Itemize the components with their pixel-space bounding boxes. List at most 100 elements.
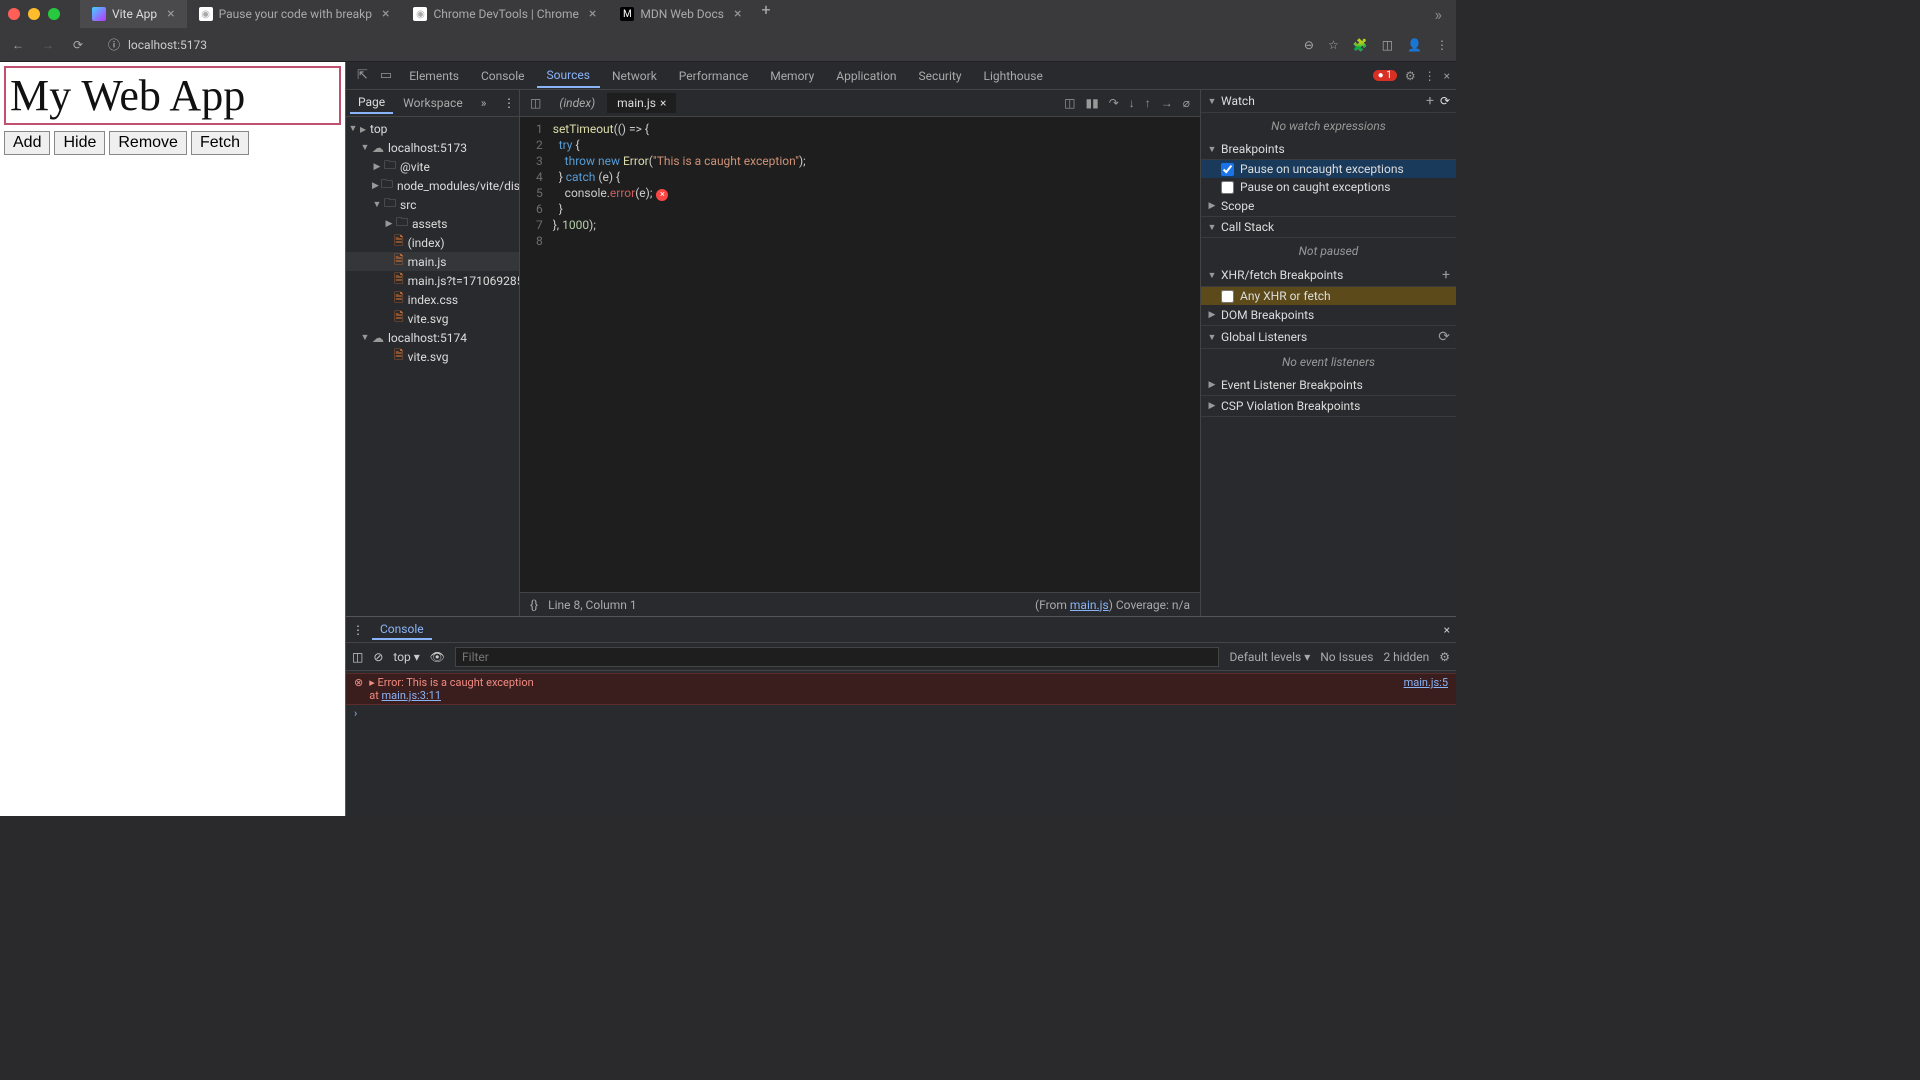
refresh-listeners-icon[interactable]: ⟳	[1438, 329, 1450, 345]
live-expression-icon[interactable]: 👁	[430, 650, 445, 664]
new-tab-button[interactable]: +	[753, 0, 778, 28]
device-mode-icon[interactable]: ▭	[375, 68, 397, 83]
hidden-count[interactable]: 2 hidden	[1383, 650, 1429, 664]
callstack-section-header[interactable]: ▼Call Stack	[1201, 217, 1456, 238]
site-info-icon[interactable]: ⓘ	[108, 36, 120, 53]
extensions-icon[interactable]: 🧩	[1353, 38, 1368, 52]
close-tab-icon[interactable]: ×	[167, 6, 174, 22]
tab-sources[interactable]: Sources	[537, 64, 600, 88]
editor-tab-mainjs[interactable]: main.js ×	[607, 93, 676, 113]
browser-tab-devtools[interactable]: ◉ Chrome DevTools | Chrome ×	[401, 0, 608, 28]
fetch-button[interactable]: Fetch	[191, 131, 249, 155]
tab-lighthouse[interactable]: Lighthouse	[974, 65, 1053, 87]
global-listeners-header[interactable]: ▼Global Listeners⟳	[1201, 326, 1456, 349]
add-xhr-icon[interactable]: +	[1442, 267, 1450, 283]
close-window-icon[interactable]	[8, 8, 20, 20]
step-over-icon[interactable]: ↷	[1109, 96, 1119, 110]
more-icon[interactable]: ⋮	[1424, 69, 1436, 83]
tree-top[interactable]: ▼▸top	[346, 119, 519, 138]
code-editor[interactable]: 12345678 setTimeout(() => { try { throw …	[520, 117, 1200, 592]
step-icon[interactable]: →	[1161, 96, 1173, 110]
zoom-icon[interactable]: ⊖	[1304, 38, 1314, 52]
breakpoints-section-header[interactable]: ▼Breakpoints	[1201, 139, 1456, 160]
xhr-section-header[interactable]: ▼XHR/fetch Breakpoints+	[1201, 264, 1456, 287]
log-levels-dropdown[interactable]: Default levels ▾	[1229, 650, 1310, 664]
url-bar[interactable]: ⓘ localhost:5173	[98, 31, 1294, 59]
editor-tab-index[interactable]: (index)	[549, 93, 605, 113]
browser-tab-vite[interactable]: Vite App ×	[80, 0, 187, 28]
close-tab-icon[interactable]: ×	[382, 6, 389, 22]
source-link[interactable]: main.js	[1070, 598, 1109, 612]
settings-icon[interactable]: ⚙	[1405, 69, 1416, 83]
console-sidebar-icon[interactable]: ◫	[352, 650, 363, 664]
tree-folder[interactable]: ▶🗀@vite	[346, 157, 519, 176]
browser-tab-breakpoints[interactable]: ◉ Pause your code with breakp ×	[187, 0, 402, 28]
reload-icon[interactable]: ⟳	[68, 35, 88, 55]
tree-host[interactable]: ▼☁localhost:5174	[346, 328, 519, 347]
forward-icon[interactable]: →	[38, 35, 58, 55]
tab-security[interactable]: Security	[909, 65, 972, 87]
step-out-icon[interactable]: ↑	[1145, 96, 1151, 110]
tab-memory[interactable]: Memory	[760, 65, 824, 87]
menu-icon[interactable]: ⋮	[1436, 38, 1448, 52]
stack-link[interactable]: main.js:3:11	[382, 689, 441, 702]
nav-tab-workspace[interactable]: Workspace	[395, 93, 471, 113]
console-prompt[interactable]: ›	[346, 705, 1456, 722]
pause-caught-checkbox[interactable]: Pause on caught exceptions	[1201, 178, 1456, 196]
hide-button[interactable]: Hide	[54, 131, 105, 155]
maximize-window-icon[interactable]	[48, 8, 60, 20]
error-count-badge[interactable]: ● 1	[1373, 70, 1397, 81]
format-icon[interactable]: {}	[530, 598, 538, 612]
dom-breakpoints-header[interactable]: ▶DOM Breakpoints	[1201, 305, 1456, 326]
issues-button[interactable]: No Issues	[1320, 650, 1373, 664]
nav-menu-icon[interactable]: ⋮	[503, 96, 515, 110]
tree-file[interactable]: 🗎(index)	[346, 233, 519, 252]
profile-icon[interactable]: 👤	[1407, 38, 1422, 52]
close-tab-icon[interactable]: ×	[589, 6, 596, 22]
any-xhr-checkbox[interactable]: Any XHR or fetch	[1201, 287, 1456, 305]
minimize-window-icon[interactable]	[28, 8, 40, 20]
tree-file[interactable]: 🗎vite.svg	[346, 309, 519, 328]
bookmark-icon[interactable]: ☆	[1328, 38, 1339, 52]
refresh-watch-icon[interactable]: ⟳	[1440, 94, 1450, 108]
tree-file[interactable]: 🗎main.js?t=1710692856	[346, 271, 519, 290]
tree-file[interactable]: 🗎index.css	[346, 290, 519, 309]
console-error-entry[interactable]: ⊗ ▸ Error: This is a caught exception at…	[346, 673, 1456, 705]
step-into-icon[interactable]: ↓	[1129, 96, 1135, 110]
tab-network[interactable]: Network	[602, 65, 667, 87]
tree-file-mainjs[interactable]: 🗎main.js	[346, 252, 519, 271]
expand-icon[interactable]: »	[1429, 5, 1449, 24]
add-button[interactable]: Add	[4, 131, 50, 155]
pause-icon[interactable]: ▮▮	[1085, 96, 1098, 110]
error-marker-icon[interactable]: ×	[656, 189, 668, 201]
tree-folder[interactable]: ▶🗀node_modules/vite/dis	[346, 176, 519, 195]
tab-performance[interactable]: Performance	[669, 65, 758, 87]
close-tab-icon[interactable]: ×	[734, 6, 741, 22]
tree-host[interactable]: ▼☁localhost:5173	[346, 138, 519, 157]
deactivate-breakpoints-icon[interactable]: ⌀	[1183, 96, 1190, 110]
tree-folder-src[interactable]: ▼🗀src	[346, 195, 519, 214]
console-filter-input[interactable]	[455, 647, 1219, 667]
close-editor-tab-icon[interactable]: ×	[660, 96, 666, 110]
remove-button[interactable]: Remove	[109, 131, 187, 155]
pause-uncaught-checkbox[interactable]: Pause on uncaught exceptions	[1201, 160, 1456, 178]
add-watch-icon[interactable]: +	[1426, 93, 1434, 109]
browser-tab-mdn[interactable]: M MDN Web Docs ×	[608, 0, 753, 28]
tab-console[interactable]: Console	[471, 65, 535, 87]
drawer-tab-console[interactable]: Console	[372, 620, 432, 640]
inspect-element-icon[interactable]: ⇱	[352, 68, 373, 83]
nav-more-icon[interactable]: »	[473, 93, 495, 113]
tree-file[interactable]: 🗎vite.svg	[346, 347, 519, 366]
nav-tab-page[interactable]: Page	[350, 92, 393, 114]
toggle-debugger-panel-icon[interactable]: ◫	[1064, 96, 1075, 110]
watch-section-header[interactable]: ▼Watch+⟳	[1201, 90, 1456, 113]
csp-breakpoints-header[interactable]: ▶CSP Violation Breakpoints	[1201, 396, 1456, 417]
toggle-navigator-icon[interactable]: ◫	[524, 96, 547, 110]
tab-application[interactable]: Application	[826, 65, 906, 87]
drawer-menu-icon[interactable]: ⋮	[352, 623, 364, 637]
console-context[interactable]: top ▾	[393, 650, 419, 664]
error-source-link[interactable]: main.js:5	[1404, 676, 1448, 702]
close-drawer-icon[interactable]: ×	[1444, 623, 1450, 637]
line-gutter[interactable]: 12345678	[520, 117, 553, 592]
scope-section-header[interactable]: ▶Scope	[1201, 196, 1456, 217]
